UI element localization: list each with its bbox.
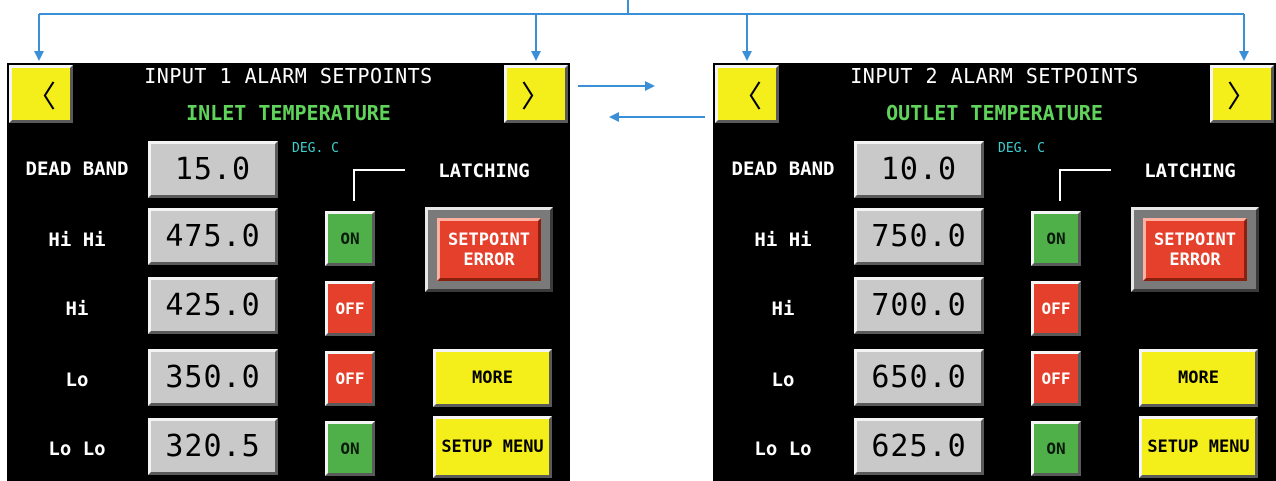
hi-label: Hi <box>65 298 89 320</box>
hihi-latch-toggle[interactable]: ON <box>325 211 375 266</box>
lolo-label: Lo Lo <box>48 438 106 460</box>
chevron-right-icon: 〉 <box>521 80 551 115</box>
lo-setpoint-field[interactable]: 650.0 <box>854 349 984 406</box>
lo-latch-toggle[interactable]: OFF <box>1031 351 1081 406</box>
lolo-setpoint-field[interactable]: 320.5 <box>148 418 278 475</box>
previous-page-button[interactable]: 〈 <box>9 65 73 123</box>
hi-label: Hi <box>771 298 795 320</box>
lolo-latch-toggle[interactable]: ON <box>1031 421 1081 476</box>
hihi-setpoint-field[interactable]: 750.0 <box>854 208 984 265</box>
unit-label: DEG. C <box>292 141 339 156</box>
hihi-setpoint-field[interactable]: 475.0 <box>148 208 278 265</box>
hi-latch-toggle[interactable]: OFF <box>325 281 375 336</box>
alarm-setpoints-screen-input-2: 〈 INPUT 2 ALARM SETPOINTS OUTLET TEMPERA… <box>713 63 1276 481</box>
lolo-latch-toggle[interactable]: ON <box>325 421 375 476</box>
lo-label: Lo <box>771 369 795 391</box>
chevron-left-icon: 〈 <box>732 80 762 115</box>
unit-label: DEG. C <box>998 141 1045 156</box>
screen-title: INPUT 2 ALARM SETPOINTS <box>850 64 1139 88</box>
screen-subtitle: INLET TEMPERATURE <box>186 101 391 125</box>
lo-setpoint-field[interactable]: 350.0 <box>148 349 278 406</box>
latching-bracket <box>353 169 405 201</box>
previous-page-button[interactable]: 〈 <box>715 65 779 123</box>
next-page-button[interactable]: 〉 <box>504 65 568 123</box>
hi-latch-toggle[interactable]: OFF <box>1031 281 1081 336</box>
lo-latch-toggle[interactable]: OFF <box>325 351 375 406</box>
hi-setpoint-field[interactable]: 700.0 <box>854 277 984 334</box>
hihi-label: Hi Hi <box>754 229 812 251</box>
latching-bracket <box>1059 169 1111 201</box>
latching-label: LATCHING <box>438 160 530 182</box>
latching-label: LATCHING <box>1144 160 1236 182</box>
screen-subtitle: OUTLET TEMPERATURE <box>886 101 1103 125</box>
setpoint-error-indicator: SETPOINT ERROR <box>437 218 541 281</box>
setpoint-error-frame: SETPOINT ERROR <box>1131 207 1259 292</box>
lolo-label: Lo Lo <box>754 438 812 460</box>
deadband-value-field[interactable]: 10.0 <box>854 141 984 198</box>
deadband-value-field[interactable]: 15.0 <box>148 141 278 198</box>
setpoint-error-frame: SETPOINT ERROR <box>425 207 553 292</box>
deadband-label: DEAD BAND <box>731 158 835 180</box>
next-page-button[interactable]: 〉 <box>1210 65 1274 123</box>
hi-setpoint-field[interactable]: 425.0 <box>148 277 278 334</box>
hihi-label: Hi Hi <box>48 229 106 251</box>
lolo-setpoint-field[interactable]: 625.0 <box>854 418 984 475</box>
screen-title: INPUT 1 ALARM SETPOINTS <box>144 64 433 88</box>
setup-menu-button[interactable]: SETUP MENU <box>1139 416 1258 478</box>
more-button[interactable]: MORE <box>433 349 552 407</box>
setup-menu-button[interactable]: SETUP MENU <box>433 416 552 478</box>
setpoint-error-indicator: SETPOINT ERROR <box>1143 218 1247 281</box>
more-button[interactable]: MORE <box>1139 349 1258 407</box>
hihi-latch-toggle[interactable]: ON <box>1031 211 1081 266</box>
alarm-setpoints-screen-input-1: 〈 INPUT 1 ALARM SETPOINTS INLET TEMPERAT… <box>7 63 570 481</box>
lo-label: Lo <box>65 369 89 391</box>
chevron-left-icon: 〈 <box>26 80 56 115</box>
deadband-label: DEAD BAND <box>25 158 129 180</box>
chevron-right-icon: 〉 <box>1227 80 1257 115</box>
